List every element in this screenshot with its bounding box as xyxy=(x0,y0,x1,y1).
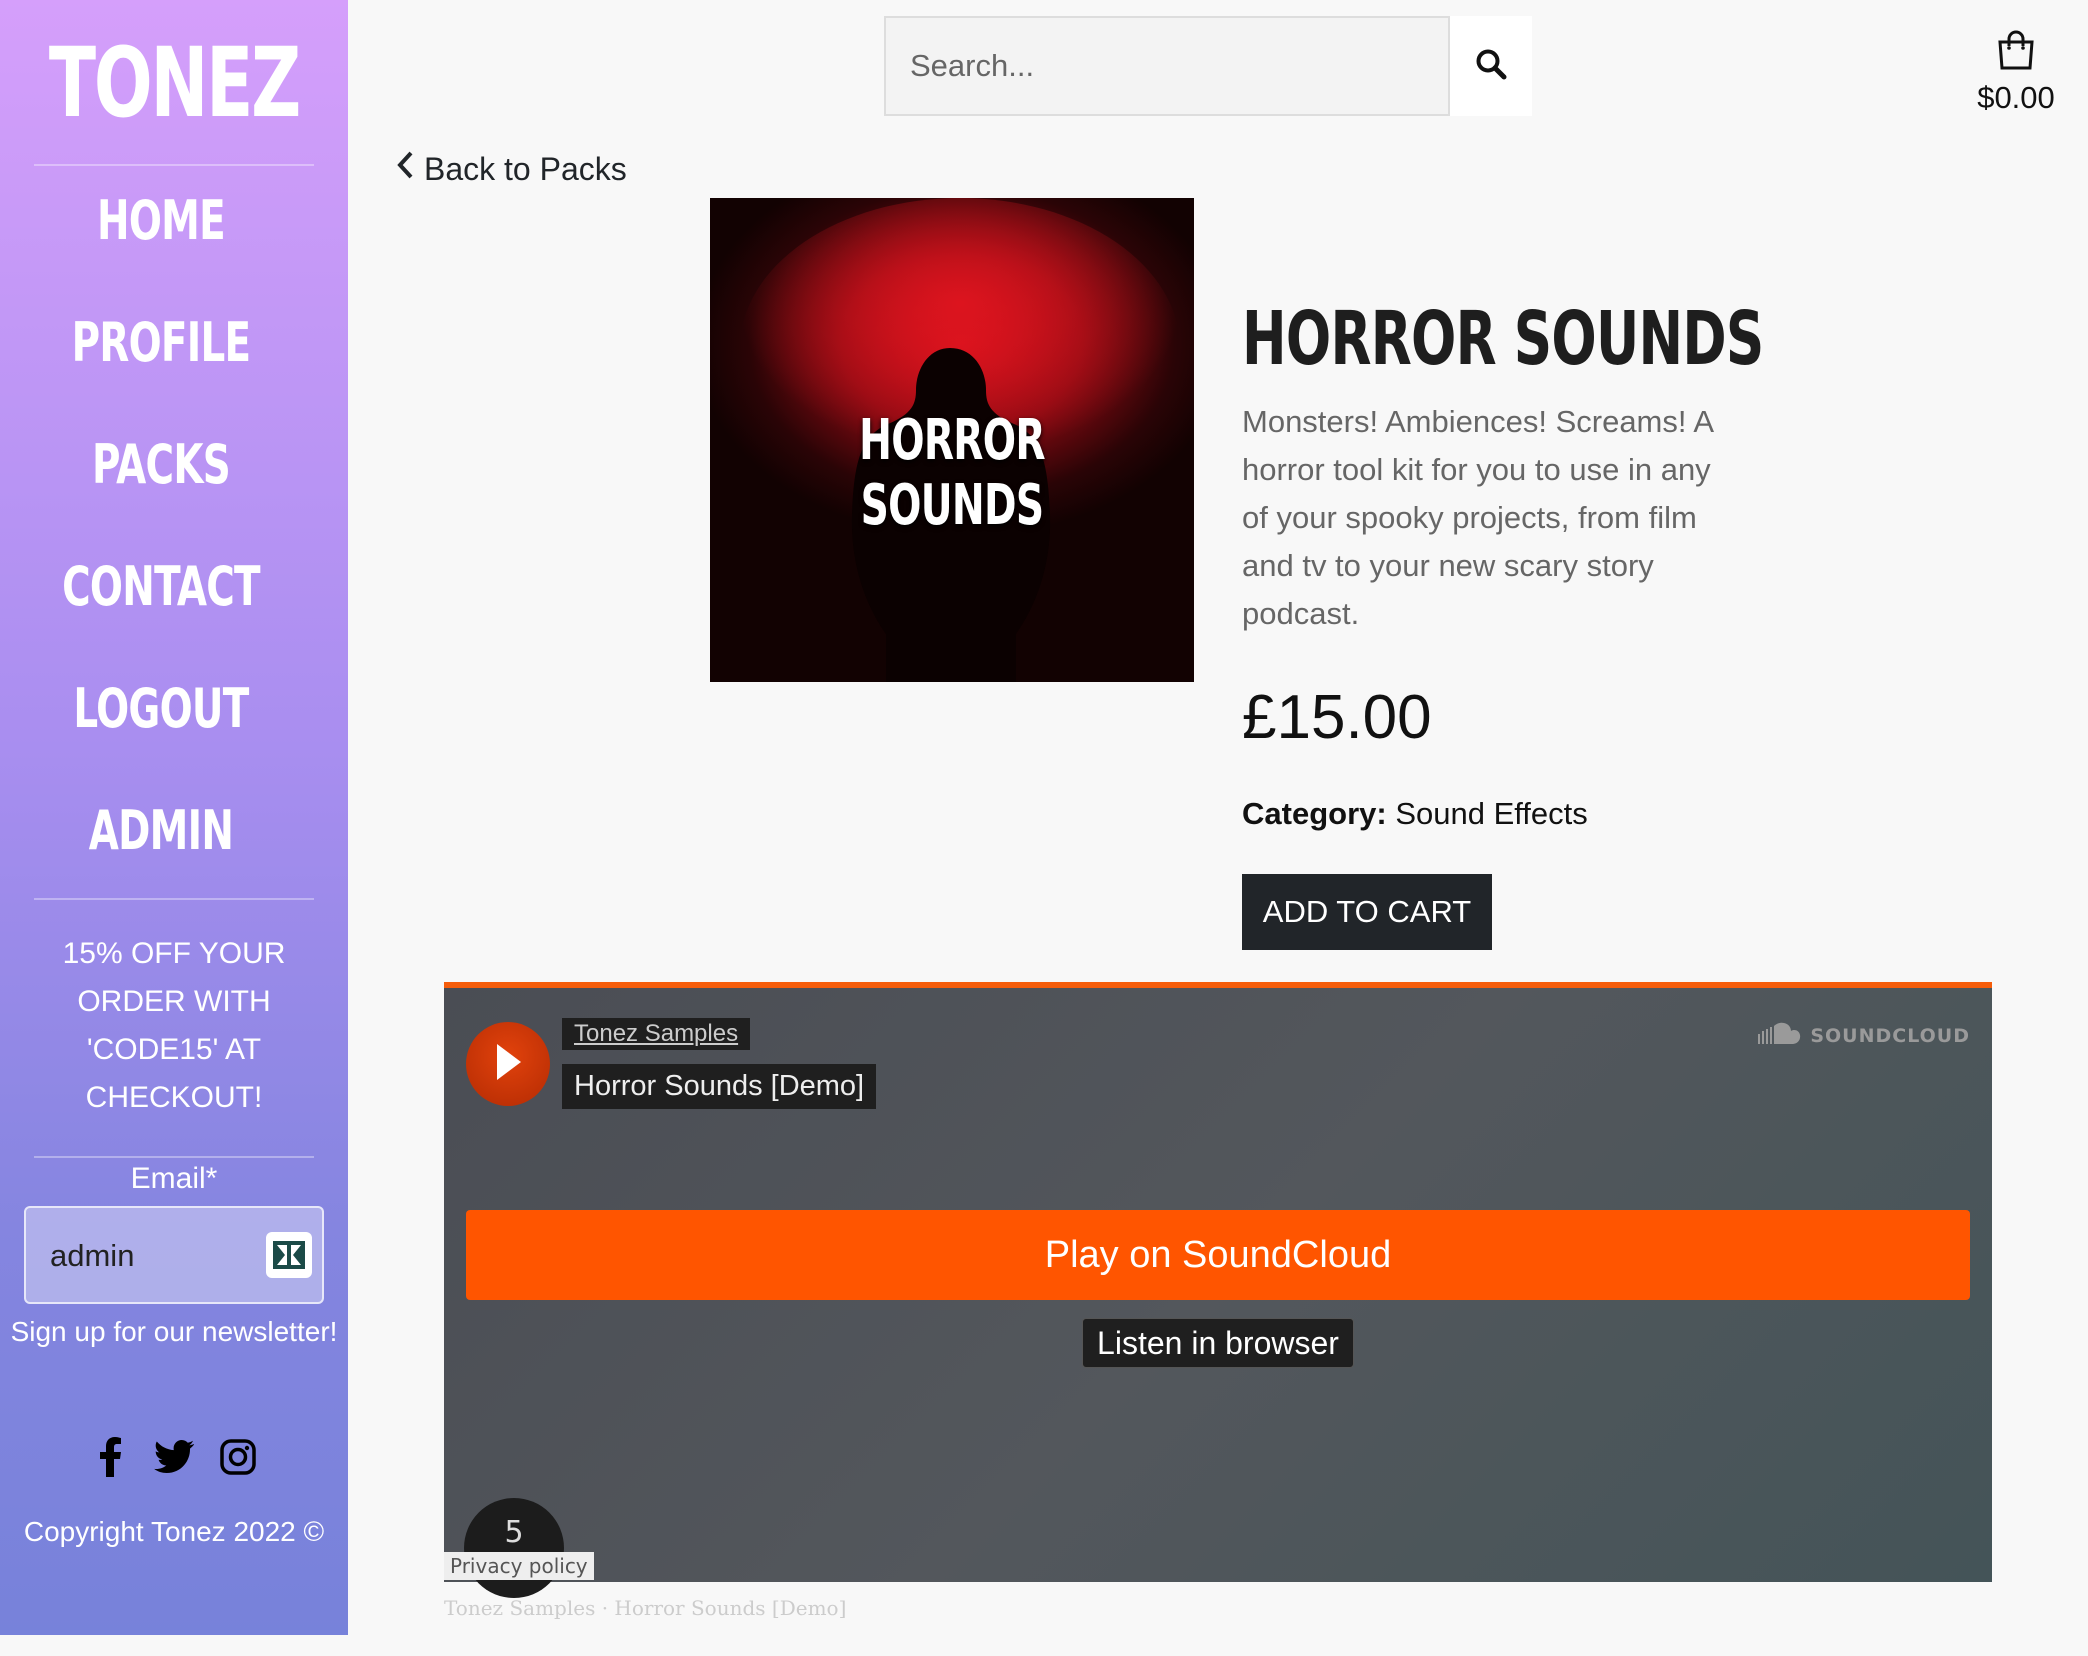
email-field-wrapper xyxy=(24,1206,324,1304)
search-input[interactable] xyxy=(886,18,1448,114)
track-title[interactable]: Horror Sounds [Demo] xyxy=(562,1064,877,1109)
add-to-cart-button[interactable]: ADD TO CART xyxy=(1242,874,1492,950)
category-label: Category: xyxy=(1242,796,1387,831)
soundcloud-icon xyxy=(1758,1022,1802,1049)
play-button[interactable] xyxy=(466,1022,550,1106)
play-count-badge: 5 xyxy=(464,1498,564,1598)
privacy-policy-link[interactable]: Privacy policy xyxy=(444,1552,594,1580)
soundcloud-player: Tonez Samples Horror Sounds [Demo] SOUND… xyxy=(444,982,1992,1598)
sidebar: TONEZ HOME PROFILE PACKS CONTACT LOGOUT … xyxy=(0,0,348,1635)
chevron-left-icon xyxy=(396,150,414,188)
twitter-icon[interactable] xyxy=(153,1436,195,1478)
search-box xyxy=(884,16,1450,116)
product-category: Category: Sound Effects xyxy=(1242,796,1588,832)
email-field[interactable] xyxy=(48,1230,252,1282)
product-cover-image: HORROR SOUNDS xyxy=(710,198,1194,682)
newsletter-text: Sign up for our newsletter! xyxy=(10,1316,338,1347)
back-to-packs-link[interactable]: Back to Packs xyxy=(396,150,627,188)
promo-text: 15% OFF YOUR ORDER WITH 'CODE15' AT CHEC… xyxy=(62,937,286,1114)
divider xyxy=(34,898,314,900)
nav-logout[interactable]: LOGOUT xyxy=(45,648,277,770)
play-icon xyxy=(493,1042,523,1086)
attribution-separator: · xyxy=(601,1596,609,1620)
back-label: Back to Packs xyxy=(424,150,627,187)
email-label: Email* xyxy=(130,1162,218,1195)
nav-contact[interactable]: CONTACT xyxy=(45,526,277,648)
social-links xyxy=(0,1436,348,1478)
nav-admin[interactable]: ADMIN xyxy=(45,770,277,892)
divider xyxy=(34,1156,314,1158)
play-on-soundcloud-button[interactable]: Play on SoundCloud xyxy=(466,1210,1970,1300)
cover-title: HORROR SOUNDS xyxy=(859,408,1046,538)
cart-total: $0.00 xyxy=(1977,80,2055,115)
attribution-artist-link[interactable]: Tonez Samples xyxy=(444,1596,595,1620)
soundcloud-wordmark: SOUNDCLOUD xyxy=(1810,1024,1970,1047)
artist-link[interactable]: Tonez Samples xyxy=(562,1018,751,1050)
soundcloud-attribution: Tonez Samples · Horror Sounds [Demo] xyxy=(444,1596,846,1620)
instagram-icon[interactable] xyxy=(217,1436,259,1478)
shopping-bag-icon xyxy=(1994,30,2038,76)
nav-home[interactable]: HOME xyxy=(45,160,277,282)
attribution-track-link[interactable]: Horror Sounds [Demo] xyxy=(614,1596,846,1620)
product-title: HORROR SOUNDS xyxy=(1242,296,1764,382)
soundcloud-logo[interactable]: SOUNDCLOUD xyxy=(1758,1022,1970,1049)
main-nav: HOME PROFILE PACKS CONTACT LOGOUT ADMIN xyxy=(0,160,322,892)
cart[interactable]: $0.00 xyxy=(1960,28,2072,116)
search-icon xyxy=(1475,48,1507,84)
nav-packs[interactable]: PACKS xyxy=(45,404,277,526)
listen-in-browser-button[interactable]: Listen in browser xyxy=(1082,1318,1354,1368)
category-value: Sound Effects xyxy=(1395,796,1588,831)
product-description: Monsters! Ambiences! Screams! A horror t… xyxy=(1242,404,1713,631)
nav-profile[interactable]: PROFILE xyxy=(45,282,277,404)
password-manager-icon[interactable] xyxy=(266,1232,312,1278)
product-price: £15.00 xyxy=(1242,683,1432,752)
facebook-icon[interactable] xyxy=(89,1436,131,1478)
copyright-text: Copyright Tonez 2022 © xyxy=(23,1516,325,1547)
brand-logo[interactable]: TONEZ xyxy=(49,28,301,138)
search-button[interactable] xyxy=(1450,16,1532,116)
